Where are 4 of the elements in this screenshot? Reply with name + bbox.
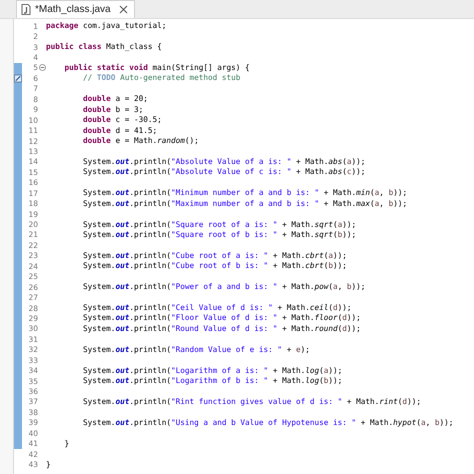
java-file-icon [21, 4, 31, 15]
collapse-icon[interactable] [38, 64, 46, 72]
editor-tab[interactable]: *Math_class.java [16, 0, 135, 18]
close-icon[interactable] [118, 5, 128, 14]
